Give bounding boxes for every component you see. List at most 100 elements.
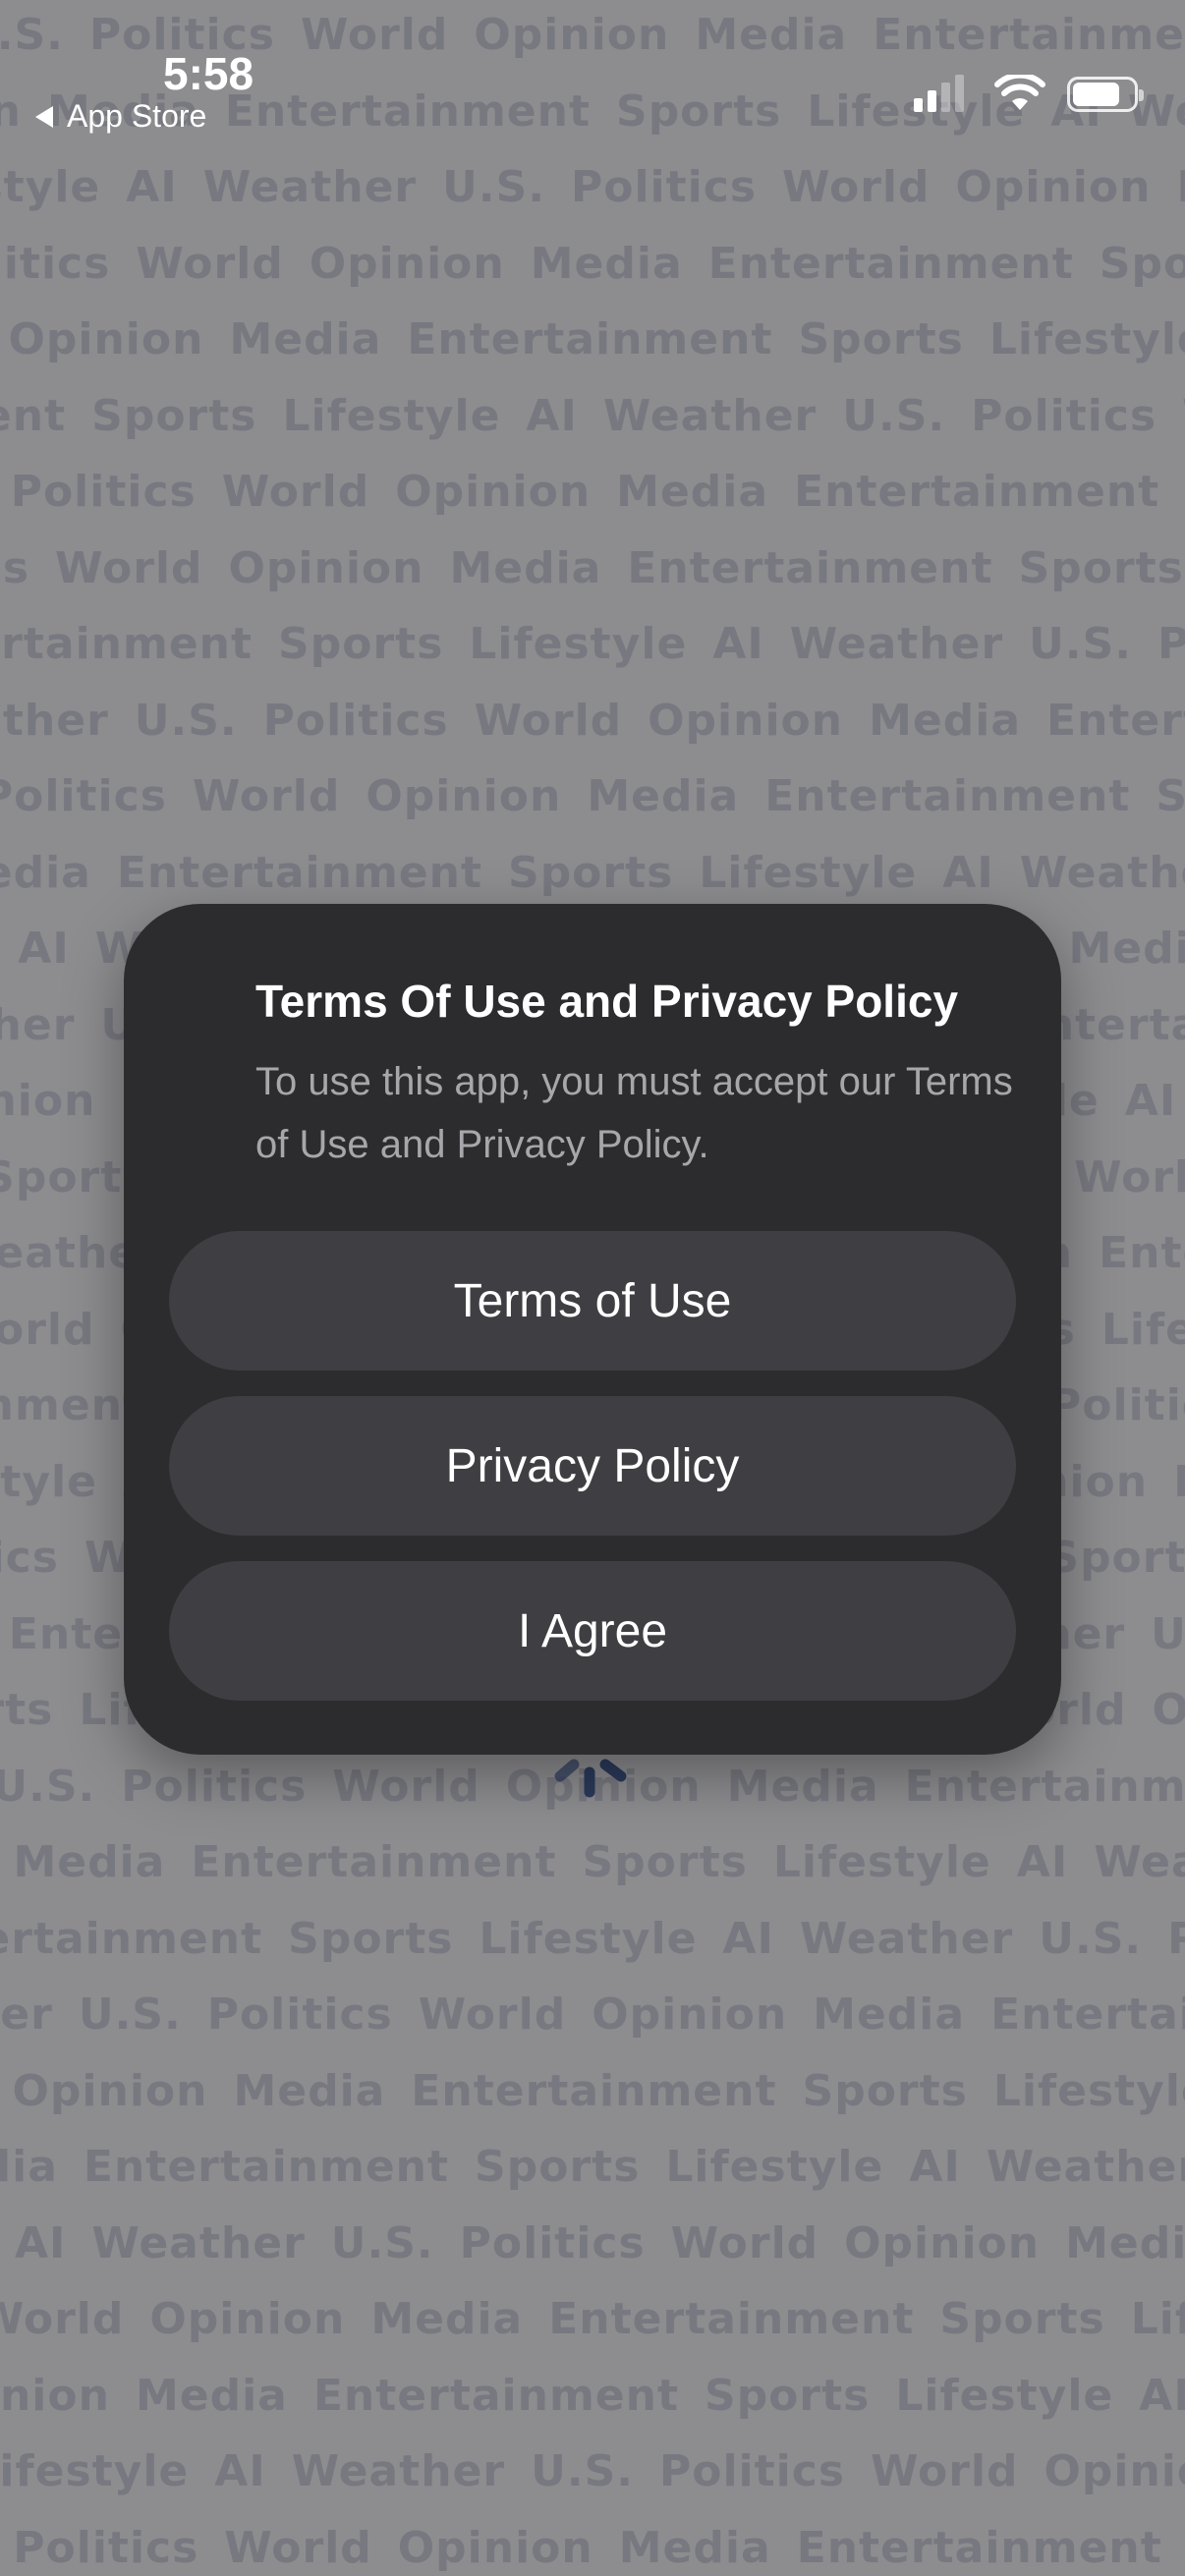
pattern-row: AIWeatherU.S.PoliticsWorldOpinionMediaEn… [0, 471, 1185, 514]
pattern-word: Politics [0, 238, 111, 289]
pattern-word: Weather [0, 695, 109, 746]
pattern-word: World [871, 2446, 1019, 2496]
pattern-word: AI [1139, 2370, 1185, 2421]
pattern-row: OpinionMediaEntertainmentSportsLifestyle… [0, 851, 1185, 895]
pattern-row: LifestyleAIWeatherU.S.PoliticsWorldOpini… [0, 699, 1185, 743]
pattern-word: Entertainment [191, 1837, 557, 1887]
pattern-word: Lifestyle [1100, 1304, 1185, 1355]
pattern-word: Entertainment [990, 1989, 1185, 2040]
pattern-word: U.S. [0, 10, 64, 60]
pattern-row: SportsLifestyleAIWeatherU.S.PoliticsWorl… [0, 2450, 1185, 2493]
pattern-word: Lifestyle [988, 314, 1185, 364]
pattern-word: Entertainment [0, 390, 67, 441]
wifi-icon [994, 75, 1045, 110]
dialog-title: Terms Of Use and Privacy Policy [255, 976, 959, 1027]
pattern-row: WeatherU.S.PoliticsWorldOpinionMediaEnte… [0, 2526, 1185, 2570]
pattern-word: Entertainment [548, 2294, 915, 2344]
pattern-word: Lifestyle [0, 2446, 190, 2496]
pattern-word: Entertainment [1099, 1228, 1185, 1278]
pattern-word: World [55, 542, 203, 593]
pattern-word: World [221, 467, 370, 517]
pattern-word: Sports [802, 2065, 968, 2116]
pattern-word: Sports [1018, 542, 1184, 593]
pattern-word: Sports [508, 847, 674, 898]
pattern-word: Entertainment [83, 2142, 450, 2192]
pattern-word: Media [1068, 924, 1185, 974]
pattern-word: Entertainment [224, 85, 591, 137]
pattern-word: Entertainment [411, 2065, 777, 2116]
pattern-row: MediaEntertainmentSportsLifestyleAIWeath… [0, 2146, 1185, 2189]
pattern-row: U.S.PoliticsWorldOpinionMediaEntertainme… [0, 775, 1185, 818]
terms-of-use-button[interactable]: Terms of Use [169, 1231, 1016, 1372]
pattern-word: Opinion [309, 238, 505, 289]
pattern-word: Lifestyle [992, 2065, 1185, 2116]
pattern-word: World [474, 695, 623, 746]
pattern-word: U.S. [442, 162, 545, 212]
pattern-word: Politics [1167, 1913, 1185, 1964]
pattern-word: AI [214, 2446, 266, 2496]
pattern-word: Entertainment [873, 10, 1185, 60]
back-to-app-store-link[interactable]: App Store [35, 98, 206, 135]
pattern-word: Politics [13, 2522, 199, 2573]
pattern-word: Politics [206, 1989, 393, 2040]
pattern-word: Media [0, 847, 91, 898]
pattern-word: Entertainment [312, 2370, 679, 2421]
pattern-word: Politics [459, 2217, 646, 2268]
pattern-word: Opinion [0, 85, 22, 137]
pattern-word: Politics [1157, 619, 1185, 669]
pattern-word: Entertainment [1046, 695, 1185, 746]
pattern-word: Media [449, 542, 602, 593]
pattern-word: Lifestyle [479, 1913, 698, 1964]
pattern-word: Media [0, 2142, 58, 2192]
pattern-word: U.S. [1039, 1913, 1143, 1964]
pattern-row: OpinionMediaEntertainmentSportsLifestyle… [0, 2374, 1185, 2418]
pattern-word: Opinion [149, 2294, 346, 2344]
pattern-word: Politics [971, 390, 1157, 441]
pattern-word: Sports [475, 2142, 641, 2192]
pattern-row: PoliticsWorldOpinionMediaEntertainmentSp… [0, 2069, 1185, 2113]
pattern-word: Lifestyle [772, 1837, 991, 1887]
pattern-word: Entertainment [407, 314, 773, 364]
pattern-word: Opinion [397, 2522, 593, 2573]
pattern-word: Entertainment [794, 467, 1160, 517]
pattern-word: Lifestyle [469, 619, 688, 669]
pattern-word: Media [695, 10, 848, 60]
battery-icon [1067, 77, 1144, 112]
pattern-row: EntertainmentSportsLifestyleAIWeatherU.S… [0, 1917, 1185, 1961]
pattern-word: Opinion [1044, 2446, 1185, 2496]
pattern-word: Weather [91, 2217, 306, 2268]
pattern-word: Opinion [228, 542, 424, 593]
pattern-word: Weather [202, 162, 418, 212]
pattern-word: Media [530, 238, 683, 289]
pattern-word: AI [712, 619, 764, 669]
back-arrow-icon [35, 105, 53, 128]
pattern-word: Weather [1019, 847, 1185, 898]
i-agree-button[interactable]: I Agree [169, 1561, 1016, 1702]
pattern-word: World [1074, 1151, 1185, 1203]
pattern-word: AI [1124, 1076, 1177, 1126]
pattern-word: World [136, 238, 284, 289]
pattern-word: Entertainment [796, 2522, 1162, 2573]
pattern-word: Entertainment [0, 619, 254, 669]
pattern-word: U.S. [531, 2446, 634, 2496]
pattern-word: Opinion [366, 771, 562, 821]
cellular-signal-icon [914, 75, 969, 112]
pattern-word: Weather [0, 1989, 53, 2040]
pattern-word: Weather [1094, 1837, 1185, 1887]
pattern-word: Weather [986, 2142, 1185, 2192]
pattern-word: U.S. [330, 2217, 434, 2268]
privacy-policy-button[interactable]: Privacy Policy [169, 1396, 1016, 1537]
pattern-word: Opinion [0, 1076, 96, 1126]
pattern-word: Politics [0, 1533, 59, 1583]
pattern-word: Entertainment [116, 847, 482, 898]
pattern-word: Media [233, 2065, 386, 2116]
terms-privacy-dialog: Terms Of Use and Privacy Policy To use t… [124, 904, 1061, 1755]
dialog-message: To use this app, you must accept our Ter… [255, 1060, 1013, 1167]
pattern-word: Lifestyle [282, 390, 501, 441]
pattern-word: Sports [288, 1913, 454, 1964]
pattern-word: World [0, 1304, 95, 1355]
pattern-word: Weather [0, 999, 76, 1050]
pattern-word: Media [813, 1989, 966, 2040]
pattern-word: Media [1176, 162, 1185, 212]
pattern-word: AI [126, 162, 178, 212]
